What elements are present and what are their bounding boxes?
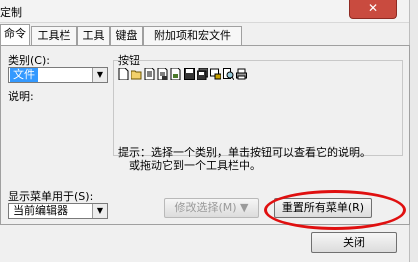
chevron-down-icon: ▼ — [92, 68, 107, 82]
reset-all-menus-button[interactable]: 重置所有菜单(R) — [274, 198, 372, 218]
hint-text: 提示：选择一个类别，单击按钮可以查看它的说明。 或拖动它到一个工具栏中。 — [118, 146, 371, 172]
chevron-down-icon: ▼ — [92, 204, 107, 218]
category-label: 类别(C): — [8, 54, 50, 67]
save-as-icon[interactable] — [157, 68, 168, 80]
tab-toolbars[interactable]: 工具栏 — [31, 26, 77, 45]
category-select[interactable]: 文件 ▼ — [8, 67, 108, 83]
close-button[interactable]: 关闭 — [311, 232, 397, 253]
new-icon[interactable] — [118, 68, 129, 80]
window-close-button[interactable]: ✕ — [349, 0, 397, 19]
save-icon[interactable] — [184, 68, 195, 80]
document2-icon[interactable] — [170, 68, 181, 80]
print-setup-icon[interactable] — [210, 68, 221, 80]
open-icon[interactable] — [131, 68, 142, 80]
title-bar: 定制 ✕ — [0, 0, 418, 23]
modify-selection-button[interactable]: 修改选择(M) ▼ — [164, 198, 259, 218]
window-title: 定制 — [0, 6, 22, 19]
tab-addons-macros[interactable]: 附加项和宏文件 — [143, 26, 242, 45]
show-menu-select[interactable]: 当前编辑器 ▼ — [8, 203, 108, 219]
preview-icon[interactable] — [223, 68, 234, 80]
window-right-border — [409, 0, 418, 262]
show-menu-value: 当前编辑器 — [13, 204, 68, 217]
hint-line-1: 提示：选择一个类别，单击按钮可以查看它的说明。 — [118, 146, 371, 159]
document-icon[interactable] — [144, 68, 155, 80]
save-all-icon[interactable] — [197, 68, 208, 80]
category-value: 文件 — [10, 68, 38, 82]
tab-tools[interactable]: 工具 — [77, 26, 110, 45]
hint-line-2: 或拖动它到一个工具栏中。 — [118, 159, 261, 172]
tab-commands[interactable]: 命令 — [0, 24, 30, 46]
description-label: 说明: — [8, 90, 34, 103]
tab-keyboard[interactable]: 键盘 — [110, 26, 143, 45]
print-icon[interactable] — [236, 68, 247, 80]
show-menu-label: 显示菜单用于(S): — [8, 190, 94, 203]
